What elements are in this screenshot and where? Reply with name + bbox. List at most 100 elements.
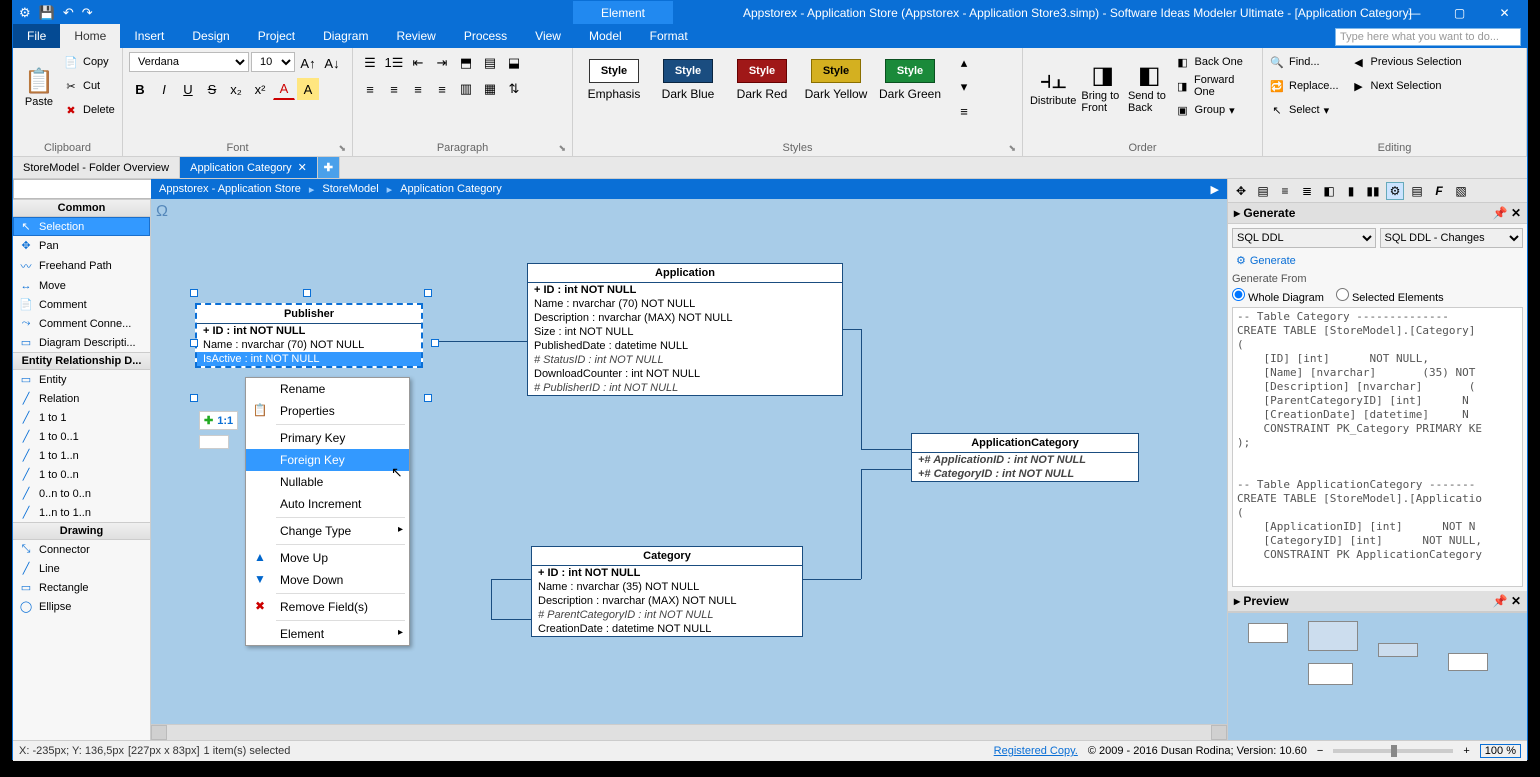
cut-button[interactable]: ✂Cut — [63, 76, 115, 96]
prev-selection-button[interactable]: ◀Previous Selection — [1351, 52, 1462, 72]
select-button[interactable]: ↖Select ▾ — [1269, 100, 1339, 120]
connector-publisher-application[interactable] — [431, 341, 527, 342]
valign-mid-icon[interactable]: ▤ — [479, 52, 501, 74]
italic-icon[interactable]: I — [153, 78, 175, 100]
doc-tab-application-category[interactable]: Application Category✕ — [180, 157, 318, 178]
styles-more-icon[interactable]: ≡ — [953, 100, 975, 122]
rt-icon-6[interactable]: ▮ — [1342, 182, 1360, 200]
rt-icon-2[interactable]: ▤ — [1254, 182, 1272, 200]
qat-save-icon[interactable]: 💾 — [39, 5, 55, 21]
delete-button[interactable]: ✖Delete — [63, 100, 115, 120]
numbering-icon[interactable]: 1☰ — [383, 52, 405, 74]
paste-button[interactable]: 📋Paste — [19, 52, 59, 122]
rt-icon-11[interactable]: ▧ — [1452, 182, 1470, 200]
cm-primary-key[interactable]: Primary Key — [246, 427, 409, 449]
styles-down-icon[interactable]: ▾ — [953, 76, 975, 98]
highlight-icon[interactable]: A — [297, 78, 319, 100]
entity-row[interactable]: + ID : int NOT NULL — [532, 566, 802, 580]
shrink-font-icon[interactable]: A↓ — [321, 52, 343, 74]
zoom-slider[interactable] — [1333, 749, 1453, 753]
breadcrumb-root[interactable]: Appstorex - Application Store — [159, 183, 301, 195]
breadcrumb-nav-icon[interactable]: ▶ — [1211, 183, 1219, 196]
entity-row[interactable]: DownloadCounter : int NOT NULL — [528, 367, 842, 381]
doc-tab-folder-overview[interactable]: StoreModel - Folder Overview — [13, 157, 180, 178]
menu-format[interactable]: Format — [636, 24, 702, 48]
indent-icon[interactable]: ⇥ — [431, 52, 453, 74]
entity-row[interactable]: Name : nvarchar (70) NOT NULL — [528, 297, 842, 311]
cm-nullable[interactable]: Nullable — [246, 471, 409, 493]
replace-button[interactable]: 🔁Replace... — [1269, 76, 1339, 96]
next-selection-button[interactable]: ▶Next Selection — [1351, 76, 1462, 96]
entity-row[interactable]: Name : nvarchar (35) NOT NULL — [532, 580, 802, 594]
entity-row[interactable]: + ID : int NOT NULL — [528, 283, 842, 297]
preview-panel-header[interactable]: ▸ Preview 📌 ✕ — [1228, 591, 1527, 612]
tool-comment[interactable]: 📄Comment — [13, 295, 150, 314]
entity-applicationcategory[interactable]: ApplicationCategory +# ApplicationID : i… — [911, 433, 1139, 482]
close-panel-icon[interactable]: ✕ — [1511, 206, 1521, 220]
send-to-back-button[interactable]: ◧Send to Back — [1128, 52, 1171, 122]
menu-design[interactable]: Design — [178, 24, 243, 48]
forward-one-button[interactable]: ◨Forward One — [1175, 76, 1256, 96]
minimize-button[interactable]: — — [1392, 1, 1437, 24]
radio-whole-diagram[interactable]: Whole Diagram — [1232, 288, 1324, 304]
distribute-button[interactable]: ⫞⫠Distribute — [1029, 52, 1077, 122]
sql-output-textarea[interactable]: -- Table Category -------------- CREATE … — [1232, 307, 1523, 587]
align-right-icon[interactable]: ≡ — [407, 78, 429, 100]
entity-row[interactable]: PublishedDate : datetime NULL — [528, 339, 842, 353]
close-button[interactable]: ✕ — [1482, 1, 1527, 24]
copy-button[interactable]: 📄Copy — [63, 52, 115, 72]
entity-row[interactable]: Name : nvarchar (70) NOT NULL — [197, 338, 421, 352]
selection-handle[interactable] — [190, 394, 198, 402]
subscript-icon[interactable]: x₂ — [225, 78, 247, 100]
helper-box-2[interactable] — [199, 435, 229, 449]
back-one-button[interactable]: ◧Back One — [1175, 52, 1256, 72]
tool-ellipse[interactable]: ◯Ellipse — [13, 597, 150, 616]
generate-button[interactable]: ⚙Generate — [1232, 252, 1523, 269]
tool-move[interactable]: ↔Move — [13, 277, 150, 295]
entity-row[interactable]: Description : nvarchar (MAX) NOT NULL — [532, 594, 802, 608]
sql-profile-select-2[interactable]: SQL DDL - Changes — [1380, 228, 1524, 248]
selection-handle[interactable] — [190, 289, 198, 297]
qat-redo-icon[interactable]: ↷ — [82, 5, 93, 21]
group-button[interactable]: ▣Group ▾ — [1175, 100, 1256, 120]
style-dark-yellow[interactable]: StyleDark Yellow — [801, 52, 871, 107]
cm-move-down[interactable]: ▼Move Down — [246, 569, 409, 591]
rt-icon-5[interactable]: ◧ — [1320, 182, 1338, 200]
selection-handle[interactable] — [424, 394, 432, 402]
tool-comment-connector[interactable]: ⤳Comment Conne... — [13, 314, 150, 333]
rt-gear-icon[interactable]: ⚙ — [1386, 182, 1404, 200]
cm-foreign-key[interactable]: Foreign Key — [246, 449, 409, 471]
entity-publisher[interactable]: Publisher + ID : int NOT NULL Name : nva… — [195, 303, 423, 368]
rt-icon-3[interactable]: ≡ — [1276, 182, 1294, 200]
font-launcher-icon[interactable]: ⬊ — [338, 143, 346, 154]
connector-application-appcategory[interactable] — [861, 449, 911, 450]
zoom-out-icon[interactable]: − — [1317, 745, 1323, 757]
zoom-value[interactable]: 100 % — [1480, 744, 1521, 758]
columns-icon[interactable]: ▥ — [455, 78, 477, 100]
cm-move-up[interactable]: ▲Move Up — [246, 547, 409, 569]
rt-icon-4[interactable]: ≣ — [1298, 182, 1316, 200]
breadcrumb-storemodel[interactable]: StoreModel — [322, 183, 378, 195]
valign-bot-icon[interactable]: ⬓ — [503, 52, 525, 74]
generate-panel-header[interactable]: ▸ Generate 📌 ✕ — [1228, 203, 1527, 224]
selection-handle[interactable] — [431, 339, 439, 347]
menu-review[interactable]: Review — [382, 24, 449, 48]
tool-1-to-1-n[interactable]: ╱1 to 1..n — [13, 446, 150, 465]
menu-home[interactable]: Home — [60, 24, 120, 48]
toolbox-search-input[interactable] — [13, 179, 161, 199]
tool-selection[interactable]: ↖Selection — [13, 217, 150, 236]
radio-selected-elements[interactable]: Selected Elements — [1336, 288, 1444, 304]
menu-diagram[interactable]: Diagram — [309, 24, 382, 48]
menu-file[interactable]: File — [13, 24, 60, 48]
style-dark-red[interactable]: StyleDark Red — [727, 52, 797, 107]
pin-icon[interactable]: 📌 — [1493, 594, 1508, 608]
outdent-icon[interactable]: ⇤ — [407, 52, 429, 74]
registered-link[interactable]: Registered Copy. — [994, 745, 1078, 757]
underline-icon[interactable]: U — [177, 78, 199, 100]
grow-font-icon[interactable]: A↑ — [297, 52, 319, 74]
cm-remove-fields[interactable]: ✖Remove Field(s) — [246, 596, 409, 618]
font-size-combo[interactable]: 10 — [251, 52, 295, 72]
scroll-right-icon[interactable] — [1211, 725, 1227, 740]
tool-0n-to-0n[interactable]: ╱0..n to 0..n — [13, 484, 150, 503]
bold-icon[interactable]: B — [129, 78, 151, 100]
